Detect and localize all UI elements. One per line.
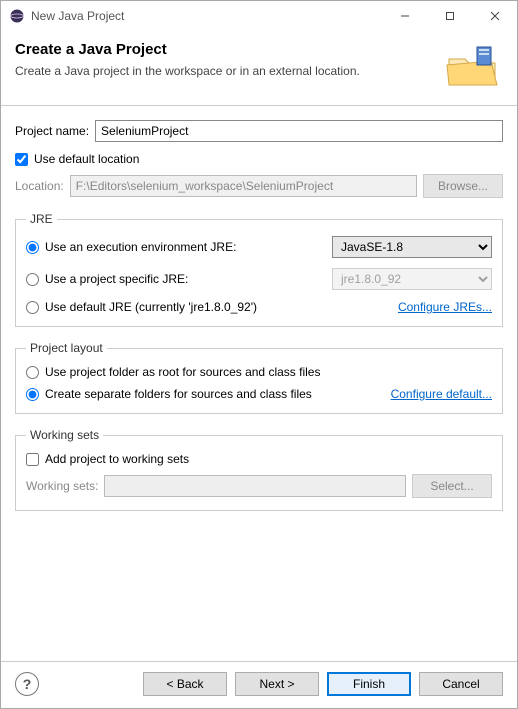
- jre-default-radio[interactable]: [26, 301, 39, 314]
- back-button[interactable]: < Back: [143, 672, 227, 696]
- location-label: Location:: [15, 179, 64, 193]
- page-title: Create a Java Project: [15, 41, 433, 58]
- jre-env-label: Use an execution environment JRE:: [45, 240, 326, 254]
- cancel-button[interactable]: Cancel: [419, 672, 503, 696]
- location-input: [70, 175, 417, 197]
- working-sets-label: Working sets:: [26, 479, 98, 493]
- jre-group: JRE Use an execution environment JRE: Ja…: [15, 212, 503, 327]
- page-subtitle: Create a Java project in the workspace o…: [15, 64, 433, 78]
- help-button[interactable]: ?: [15, 672, 39, 696]
- maximize-button[interactable]: [427, 1, 472, 31]
- working-sets-group: Working sets Add project to working sets…: [15, 428, 503, 511]
- titlebar: New Java Project: [1, 1, 517, 31]
- wizard-header: Create a Java Project Create a Java proj…: [1, 31, 517, 106]
- close-button[interactable]: [472, 1, 517, 31]
- wizard-content: Project name: Use default location Locat…: [1, 106, 517, 661]
- browse-button: Browse...: [423, 174, 503, 198]
- wizard-footer: ? < Back Next > Finish Cancel: [1, 661, 517, 708]
- working-sets-combo: [104, 475, 406, 497]
- jre-default-label: Use default JRE (currently 'jre1.8.0_92'…: [45, 300, 392, 314]
- working-sets-legend: Working sets: [26, 428, 103, 442]
- project-layout-legend: Project layout: [26, 341, 107, 355]
- project-name-input[interactable]: [95, 120, 503, 142]
- finish-button[interactable]: Finish: [327, 672, 411, 696]
- add-working-sets-checkbox[interactable]: [26, 453, 39, 466]
- use-default-location-checkbox[interactable]: [15, 153, 28, 166]
- eclipse-icon: [9, 8, 25, 24]
- jre-specific-label: Use a project specific JRE:: [45, 272, 326, 286]
- project-name-label: Project name:: [15, 124, 89, 138]
- configure-jres-link[interactable]: Configure JREs...: [398, 300, 492, 314]
- jre-specific-radio[interactable]: [26, 273, 39, 286]
- jre-env-select[interactable]: JavaSE-1.8: [332, 236, 492, 258]
- add-working-sets-label: Add project to working sets: [45, 452, 189, 466]
- minimize-button[interactable]: [382, 1, 427, 31]
- jre-specific-select: jre1.8.0_92: [332, 268, 492, 290]
- layout-root-radio[interactable]: [26, 366, 39, 379]
- layout-root-label: Use project folder as root for sources a…: [45, 365, 320, 379]
- jre-legend: JRE: [26, 212, 57, 226]
- use-default-location-label: Use default location: [34, 152, 139, 166]
- jre-env-radio[interactable]: [26, 241, 39, 254]
- folder-java-icon: [443, 41, 503, 89]
- layout-separate-label: Create separate folders for sources and …: [45, 387, 312, 401]
- next-button[interactable]: Next >: [235, 672, 319, 696]
- project-layout-group: Project layout Use project folder as roo…: [15, 341, 503, 414]
- window-title: New Java Project: [31, 9, 382, 23]
- select-working-sets-button: Select...: [412, 474, 492, 498]
- layout-separate-radio[interactable]: [26, 388, 39, 401]
- configure-default-link[interactable]: Configure default...: [391, 387, 492, 401]
